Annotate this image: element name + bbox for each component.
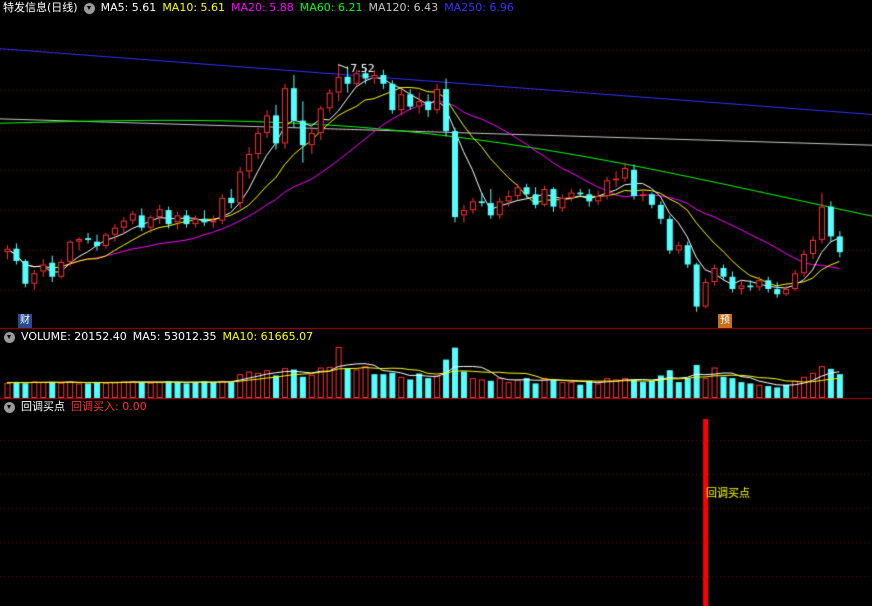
volume-ma10: MA10: 61665.07 (222, 330, 314, 343)
volume-value: VOLUME: 20152.40 (21, 330, 127, 343)
ma-legend: MA5: 5.61 MA10: 5.61 MA20: 5.88 MA60: 6.21 M… (101, 0, 520, 16)
dropdown-icon[interactable] (4, 401, 15, 413)
indicator-value: 回调买入: 0.00 (71, 400, 147, 413)
forecast-badge[interactable]: 预 (718, 314, 732, 328)
volume-ma5: MA5: 53012.35 (132, 330, 217, 343)
dropdown-icon[interactable] (4, 331, 15, 343)
indicator-name: 回调买点 (21, 400, 65, 413)
ma-legend-item: MA5: 5.61 (100, 1, 157, 14)
main-header: 特发信息(日线) MA5: 5.61 MA10: 5.61 MA20: 5.88 MA… (0, 0, 526, 16)
ma-legend-item: MA120: 6.43 (368, 1, 439, 14)
ma-legend-item: MA60: 6.21 (299, 1, 363, 14)
ma-legend-item: MA10: 5.61 (162, 1, 226, 14)
stock-title: 特发信息(日线) (3, 1, 78, 14)
ma-legend-item: MA250: 6.96 (444, 1, 514, 14)
volume-header: VOLUME: 20152.40 MA5: 53012.35 MA10: 616… (0, 329, 319, 345)
finance-badge[interactable]: 财 (18, 314, 32, 328)
stock-chart-canvas[interactable] (0, 0, 872, 606)
dropdown-icon[interactable] (83, 2, 95, 14)
indicator-header: 回调买点 回调买入: 0.00 (0, 399, 153, 415)
ma-legend-item: MA20: 5.88 (231, 1, 294, 14)
